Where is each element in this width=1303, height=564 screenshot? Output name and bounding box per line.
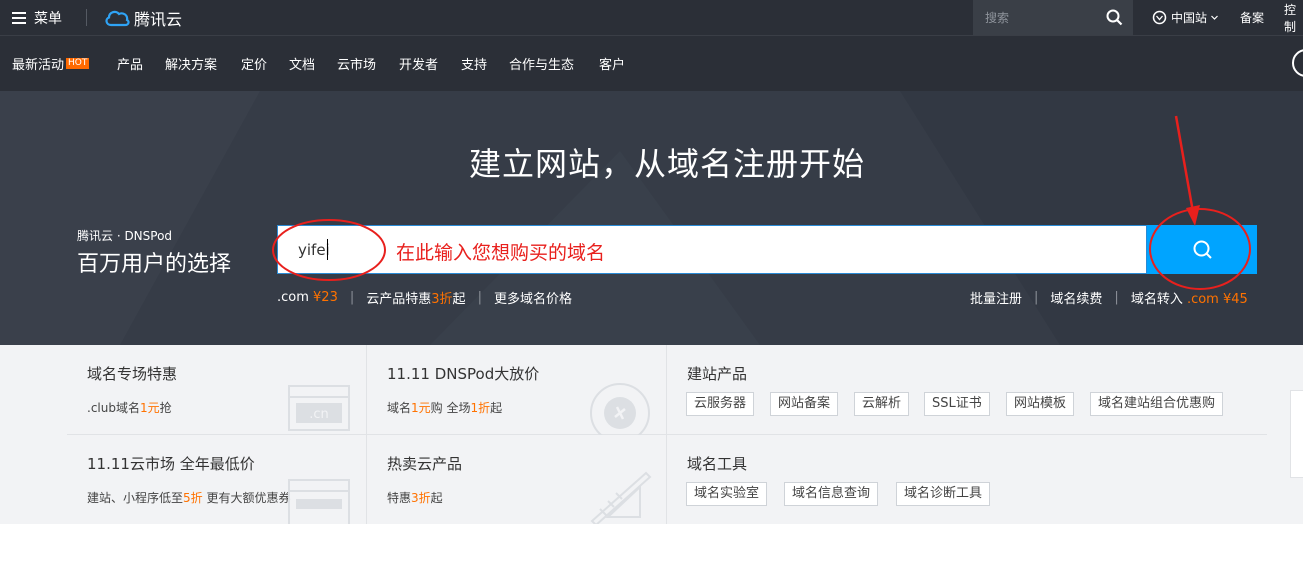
renew-link[interactable]: 域名续费	[1050, 288, 1102, 307]
domain-input-value: yifei	[298, 241, 330, 259]
domain-hero: 建立网站，从域名注册开始 腾讯云 · DNSPod 百万用户的选择 yifei …	[0, 91, 1303, 345]
panel-divider-v	[366, 345, 367, 524]
tag-template[interactable]: 网站模板	[1006, 392, 1075, 416]
bulk-register-link[interactable]: 批量注册	[970, 288, 1022, 307]
top-search-input[interactable]	[973, 10, 1098, 25]
globe-icon	[1152, 10, 1167, 25]
separator: |	[477, 290, 482, 305]
annotation-hint-text: 在此输入您想购买的域名	[396, 242, 606, 264]
price-link-com[interactable]: .com ¥23	[277, 290, 338, 305]
panel-sub-domain-offer: .club域名1元抢	[87, 401, 172, 415]
panel-title-domain-tools: 域名工具	[687, 455, 748, 473]
domain-actions-right: 批量注册 | 域名续费 | 域名转入 .com ¥45	[970, 288, 1248, 307]
top-search	[973, 0, 1133, 35]
menu-label: 菜单	[34, 10, 62, 27]
nav-item-partners[interactable]: 合作与生态	[509, 36, 574, 91]
tag-diagnose[interactable]: 域名诊断工具	[896, 482, 991, 506]
tag-whois[interactable]: 域名信息查询	[784, 482, 879, 506]
separator: |	[1034, 290, 1039, 305]
region-label: 中国站	[1171, 11, 1208, 25]
more-prices-link[interactable]: 更多域名价格	[494, 288, 572, 307]
nav-item-solutions[interactable]: 解决方案	[165, 36, 217, 91]
main-nav: 最新活动 HOT 产品 解决方案 定价 文档 云市场 开发者 支持 合作与生态 …	[0, 35, 1303, 91]
panel-title-site-products: 建站产品	[687, 365, 748, 383]
tag-cvm[interactable]: 云服务器	[686, 392, 755, 416]
beian-link[interactable]: 备案	[1240, 0, 1264, 35]
nav-label: 最新活动	[12, 58, 65, 73]
region-selector[interactable]: 中国站	[1152, 0, 1223, 35]
nav-item-customers[interactable]: 客户	[599, 36, 625, 91]
transfer-link[interactable]: 域名转入 .com ¥45	[1131, 288, 1248, 307]
menu-button[interactable]: 菜单	[12, 0, 62, 35]
nav-item-support[interactable]: 支持	[461, 36, 487, 91]
nav-item-market[interactable]: 云市场	[337, 36, 376, 91]
panel-sub-dnspod: 域名1元购 全场1折起	[387, 401, 503, 415]
market-icon	[288, 479, 350, 524]
logo[interactable]: 腾讯云	[104, 0, 182, 35]
brand-slogan: 百万用户的选择	[77, 252, 232, 277]
search-icon[interactable]	[1106, 9, 1123, 26]
panel-title-domain-offer[interactable]: 域名专场特惠	[87, 363, 177, 384]
nav-item-docs[interactable]: 文档	[289, 36, 315, 91]
chevron-down-icon	[1211, 15, 1218, 20]
hot-badge: HOT	[66, 58, 90, 69]
tag-combo[interactable]: 域名建站组合优惠购	[1090, 392, 1224, 416]
tag-ssl[interactable]: SSL证书	[924, 392, 990, 416]
svg-text:.cn: .cn	[309, 407, 329, 422]
panel-divider-h	[67, 434, 1267, 435]
dnspod-icon	[590, 383, 650, 435]
hero-title: 建立网站，从域名注册开始	[468, 145, 865, 183]
cloud-logo-icon	[105, 10, 130, 26]
hamburger-icon	[12, 12, 26, 24]
tag-domain-lab[interactable]: 域名实验室	[686, 482, 768, 506]
nav-item-products[interactable]: 产品	[117, 36, 143, 91]
panel-title-dnspod[interactable]: 11.11 DNSPod大放价	[387, 363, 539, 384]
top-bar: 菜单 腾讯云 中国站 备案 控制	[0, 0, 1303, 35]
panel-sub-hot-products: 特惠3折起	[387, 491, 443, 505]
promo-link[interactable]: 云产品特惠3折起	[366, 288, 465, 307]
brand-subtitle: 腾讯云 · DNSPod	[77, 229, 173, 243]
panel-sub-market: 建站、小程序低至5折 更有大额优惠券	[87, 491, 291, 505]
feature-panels: 域名专场特惠 .club域名1元抢 .cn 11.11 DNSPod大放价 域名…	[0, 345, 1303, 524]
panel-title-hot-products[interactable]: 热卖云产品	[387, 453, 462, 474]
domain-search-button[interactable]	[1147, 225, 1257, 274]
nav-item-latest[interactable]: 最新活动 HOT	[12, 36, 90, 91]
separator: |	[349, 290, 355, 305]
search-icon	[1193, 240, 1212, 259]
nav-item-developers[interactable]: 开发者	[399, 36, 438, 91]
price-links-left: .com ¥23 | 云产品特惠3折起 | 更多域名价格	[277, 288, 572, 307]
cn-domain-icon: .cn	[288, 385, 350, 431]
nav-item-pricing[interactable]: 定价	[241, 36, 267, 91]
tag-beian[interactable]: 网站备案	[770, 392, 839, 416]
console-link[interactable]: 控制	[1284, 0, 1303, 35]
text-caret	[327, 239, 328, 260]
domain-search-input[interactable]: yifei 在此输入您想购买的域名	[277, 225, 1147, 274]
panel-divider-v	[666, 345, 667, 524]
user-avatar-icon[interactable]	[1292, 49, 1303, 77]
panel-title-market[interactable]: 11.11云市场 全年最低价	[87, 453, 255, 474]
ruler-pencil-icon	[590, 471, 652, 524]
separator: |	[1114, 290, 1119, 305]
logo-text: 腾讯云	[134, 9, 183, 29]
topbar-divider	[86, 9, 87, 26]
side-card-edge	[1290, 390, 1303, 478]
tag-dns[interactable]: 云解析	[854, 392, 910, 416]
